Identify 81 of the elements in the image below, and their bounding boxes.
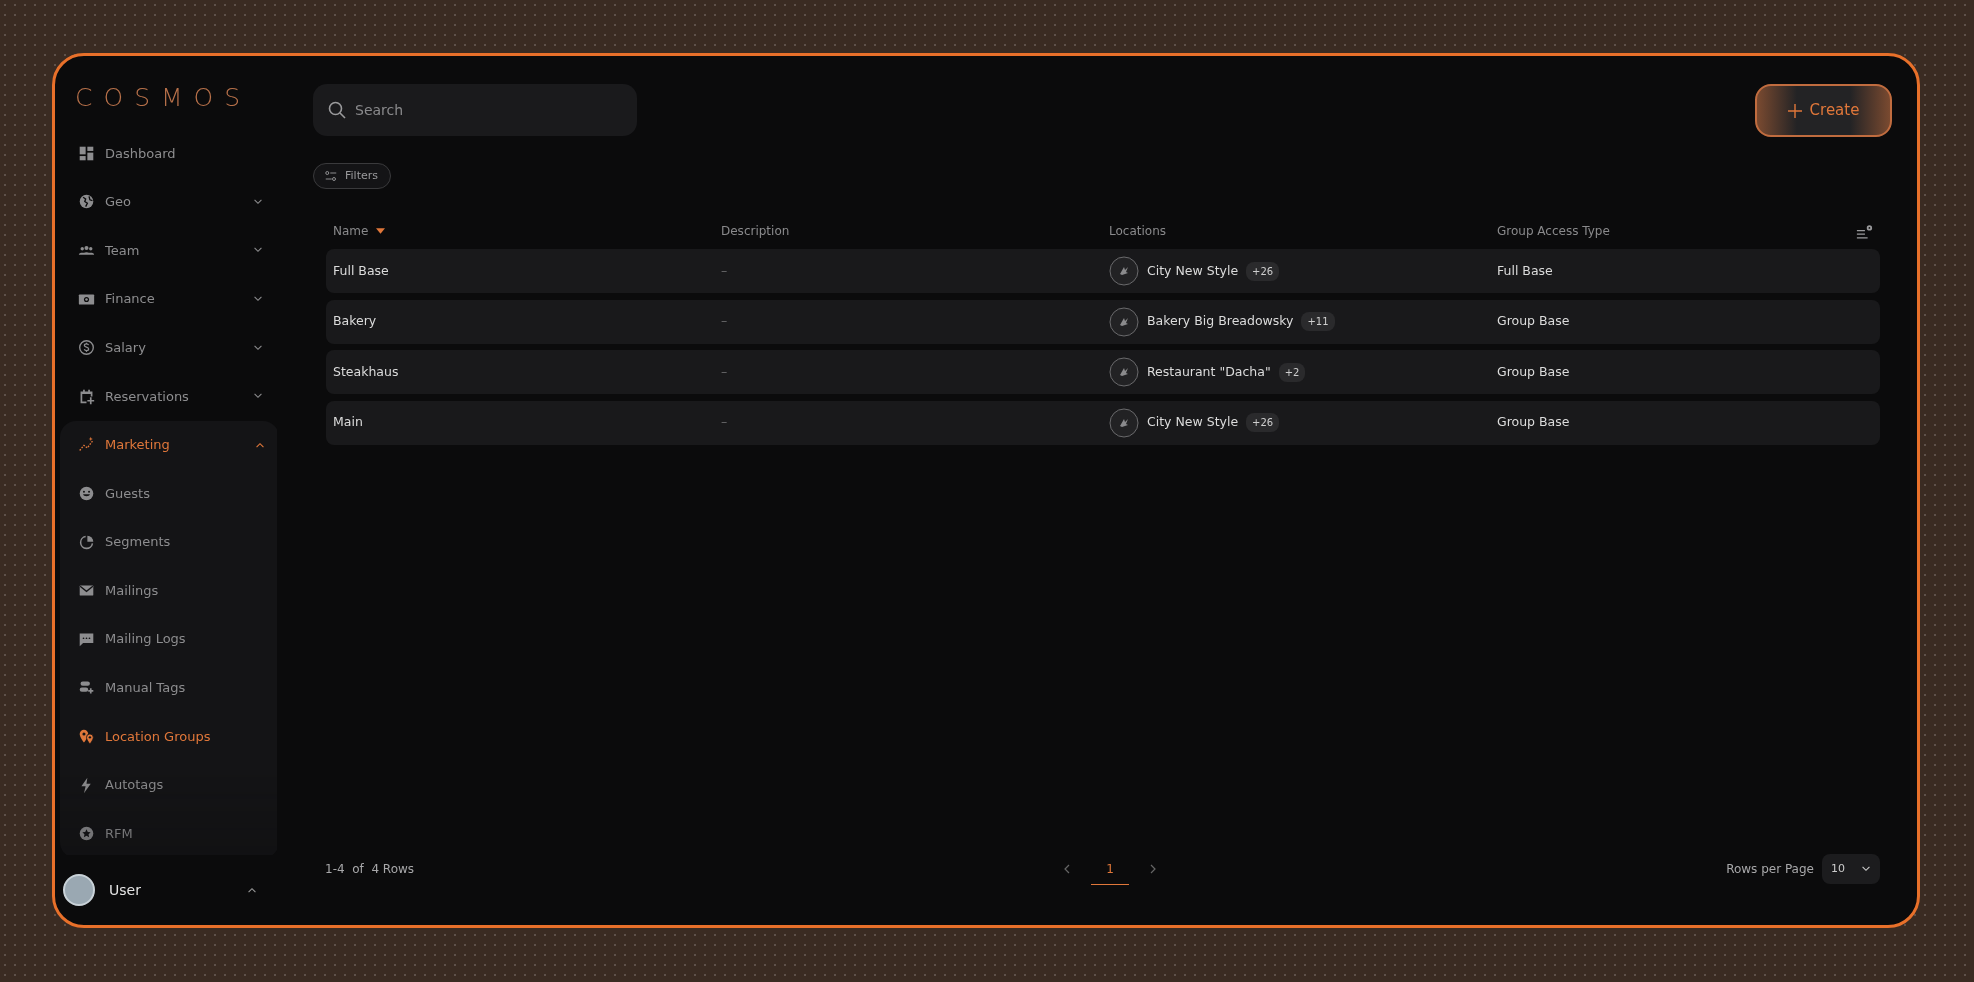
- previous-page-icon[interactable]: [1063, 864, 1072, 874]
- nav-item[interactable]: Team: [60, 226, 277, 275]
- rows-per-page-label: Rows per Page: [1726, 861, 1814, 878]
- page-button[interactable]: 1: [1091, 853, 1130, 885]
- location-logo-icon: [1109, 407, 1139, 438]
- location-name: Bakery Big Breadowsky: [1147, 312, 1294, 331]
- location-name: Restaurant "Dacha": [1147, 362, 1271, 381]
- more-count-badge: +11: [1301, 312, 1335, 331]
- plus-icon: [1787, 103, 1802, 118]
- map-pins-icon: [78, 727, 95, 745]
- user-name: User: [109, 880, 142, 900]
- location-logo-icon: [1109, 306, 1139, 337]
- nav-item[interactable]: Manual Tags: [60, 663, 277, 713]
- search-icon: [327, 100, 347, 120]
- column-header[interactable]: Locations: [1109, 222, 1166, 240]
- rows-range-text: 1-4 of 4 Rows: [325, 861, 415, 878]
- chevron-icon: [253, 393, 263, 400]
- column-header[interactable]: Name: [333, 222, 386, 240]
- search-field[interactable]: Search: [313, 84, 637, 136]
- calendar-plus-icon: [78, 387, 95, 405]
- chevron-icon: [253, 344, 263, 351]
- table-cell-text: Steakhaus: [333, 362, 400, 381]
- table-row[interactable]: Steakhaus – Restaurant "Dacha" +2 Group Base: [326, 350, 1880, 394]
- pie-chart-icon: [78, 533, 95, 551]
- nav-item[interactable]: Mailings: [60, 566, 277, 615]
- column-header[interactable]: Description: [721, 222, 790, 240]
- table-cell: Group Base: [1497, 363, 1570, 379]
- nav-item[interactable]: Salary: [60, 323, 277, 372]
- chevron-icon: [253, 198, 263, 205]
- chevron-icon: [253, 296, 263, 303]
- nav-item[interactable]: RFM: [60, 809, 277, 855]
- globe-icon: [78, 193, 95, 211]
- column-header[interactable]: Group Access Type: [1497, 222, 1610, 240]
- nav-item[interactable]: Autotags: [60, 760, 277, 810]
- smiley-icon: [78, 484, 95, 502]
- nav-item[interactable]: Mailing Logs: [60, 614, 277, 664]
- filters-button[interactable]: Filters: [313, 163, 391, 189]
- avatar: [63, 874, 95, 906]
- chevron-icon: [253, 247, 263, 254]
- chevron-icon: [1861, 866, 1871, 872]
- nav-item[interactable]: Guests: [60, 469, 277, 518]
- dashboard-grid-icon: [78, 144, 95, 162]
- location-logo-icon: [1109, 256, 1139, 286]
- table-cell: –: [721, 262, 728, 278]
- location-name: City New Style: [1147, 413, 1239, 432]
- more-count-badge: +26: [1246, 261, 1280, 281]
- star-badge-icon: [78, 825, 95, 843]
- column-settings-icon[interactable]: [1856, 222, 1873, 240]
- table-cell: Group Base: [1497, 414, 1570, 430]
- create-button[interactable]: Create: [1755, 84, 1892, 137]
- nav-item[interactable]: Segments: [60, 517, 277, 567]
- nav-item[interactable]: Location Groups: [60, 712, 277, 761]
- dollar-coin-icon: [78, 339, 95, 357]
- nav-item[interactable]: Reservations: [60, 371, 277, 421]
- table-row[interactable]: Full Base – City New Style +26 Full Base: [326, 249, 1880, 293]
- nav-item[interactable]: Finance: [60, 274, 277, 324]
- location-logo-icon: [1109, 357, 1139, 387]
- table-cell: –: [721, 363, 728, 379]
- nav-item[interactable]: Marketing: [60, 420, 277, 470]
- table-cell-text: Bakery: [333, 312, 378, 331]
- table-cell: Group Base: [1497, 313, 1570, 329]
- table-cell-text: Full Base: [333, 261, 390, 280]
- next-page-icon[interactable]: [1149, 864, 1158, 874]
- nav-item[interactable]: Geo: [60, 177, 277, 227]
- table-cell-text: Main: [333, 413, 364, 432]
- sort-arrow-icon: [376, 228, 386, 234]
- nav-item[interactable]: Dashboard: [60, 129, 277, 178]
- more-count-badge: +2: [1278, 362, 1306, 382]
- table-cell: –: [721, 414, 728, 430]
- more-count-badge: +26: [1246, 413, 1280, 432]
- sliders-icon: [324, 170, 338, 182]
- table-cell: –: [721, 313, 728, 329]
- chart-line-icon: [78, 436, 95, 454]
- location-name: City New Style: [1147, 261, 1239, 280]
- chevron-icon[interactable]: [247, 887, 257, 893]
- table-row[interactable]: Main – City New Style +26 Group Base: [326, 400, 1880, 445]
- rows-per-page-select[interactable]: 10: [1822, 854, 1880, 884]
- table-row[interactable]: Bakery – Bakery Big Breadowsky +11 Group Base: [326, 299, 1880, 344]
- logo: COSMOS: [74, 81, 253, 114]
- chevron-icon: [255, 441, 265, 448]
- table-cell: Full Base: [1497, 262, 1553, 278]
